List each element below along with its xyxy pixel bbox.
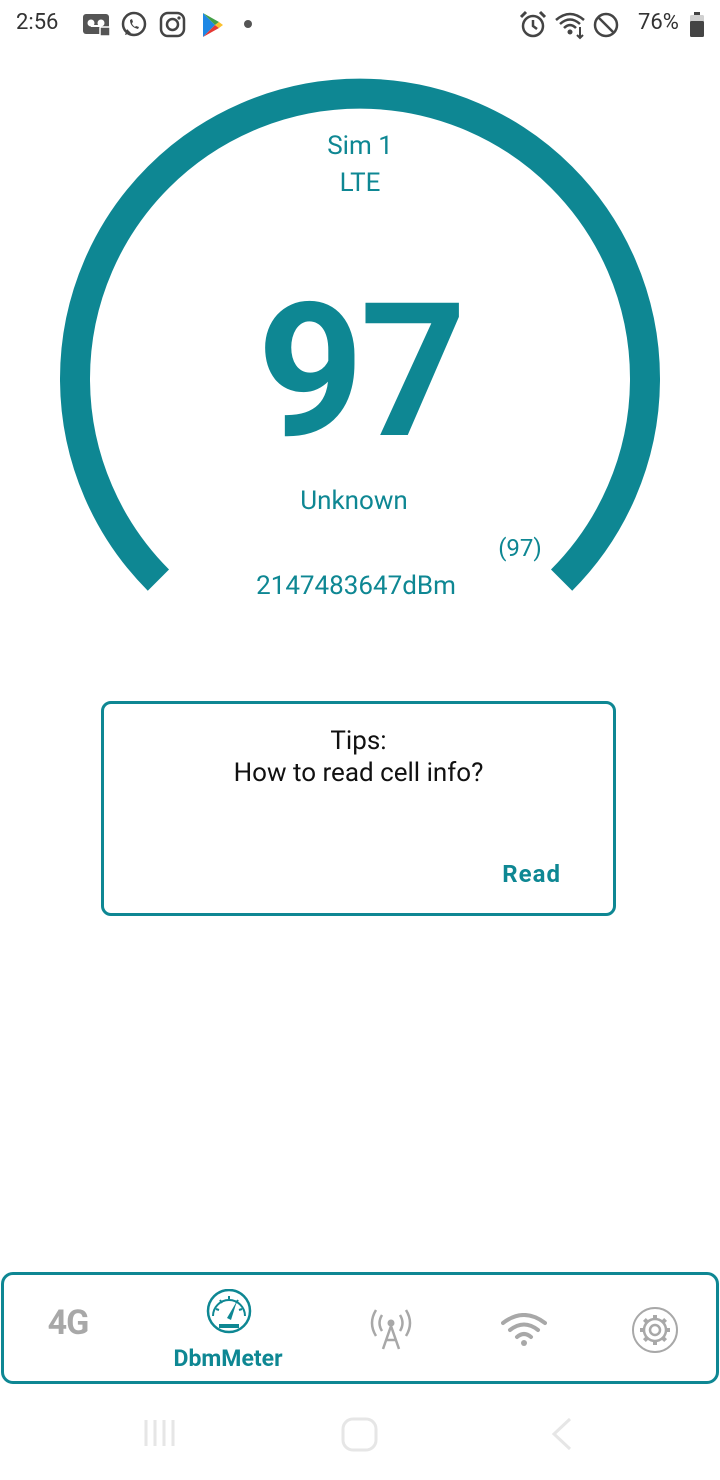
- read-button[interactable]: Read: [502, 860, 561, 888]
- network-type-label: LTE: [339, 168, 381, 198]
- signal-level-label: (97): [498, 534, 542, 562]
- sim-label: Sim 1: [327, 131, 393, 161]
- tips-card: Tips: How to read cell info? Read: [101, 701, 616, 916]
- home-icon[interactable]: [340, 1416, 380, 1454]
- wifi-icon: [501, 1313, 547, 1346]
- tips-title: Tips:: [330, 726, 387, 756]
- cell-tower-icon: [370, 1309, 412, 1350]
- nav-item-dbmmeter[interactable]: DbmMeter: [168, 1275, 288, 1381]
- nav-item-settings[interactable]: [595, 1275, 715, 1381]
- signal-gauge: Sim 1 LTE 97 Unknown (97) 2147483647dBm: [0, 0, 720, 660]
- signal-quality-label: Unknown: [300, 486, 408, 516]
- settings-gear-icon: [632, 1307, 678, 1353]
- bottom-nav: 4G DbmMeter: [1, 1272, 719, 1384]
- system-nav-bar: [0, 1392, 720, 1480]
- back-icon[interactable]: [546, 1416, 576, 1452]
- nav-item-4g[interactable]: 4G: [8, 1275, 128, 1381]
- nav-item-wifi[interactable]: [465, 1275, 585, 1381]
- dbm-readout: 2147483647dBm: [256, 571, 456, 601]
- nav-label-dbmmeter: DbmMeter: [173, 1345, 283, 1372]
- signal-value: 97: [257, 263, 466, 481]
- nav-item-cell-tower[interactable]: [330, 1275, 450, 1381]
- recent-apps-icon[interactable]: [142, 1416, 176, 1450]
- tips-subtitle: How to read cell info?: [233, 758, 484, 788]
- 4g-icon: 4G: [47, 1303, 90, 1343]
- speedometer-icon: [206, 1289, 252, 1334]
